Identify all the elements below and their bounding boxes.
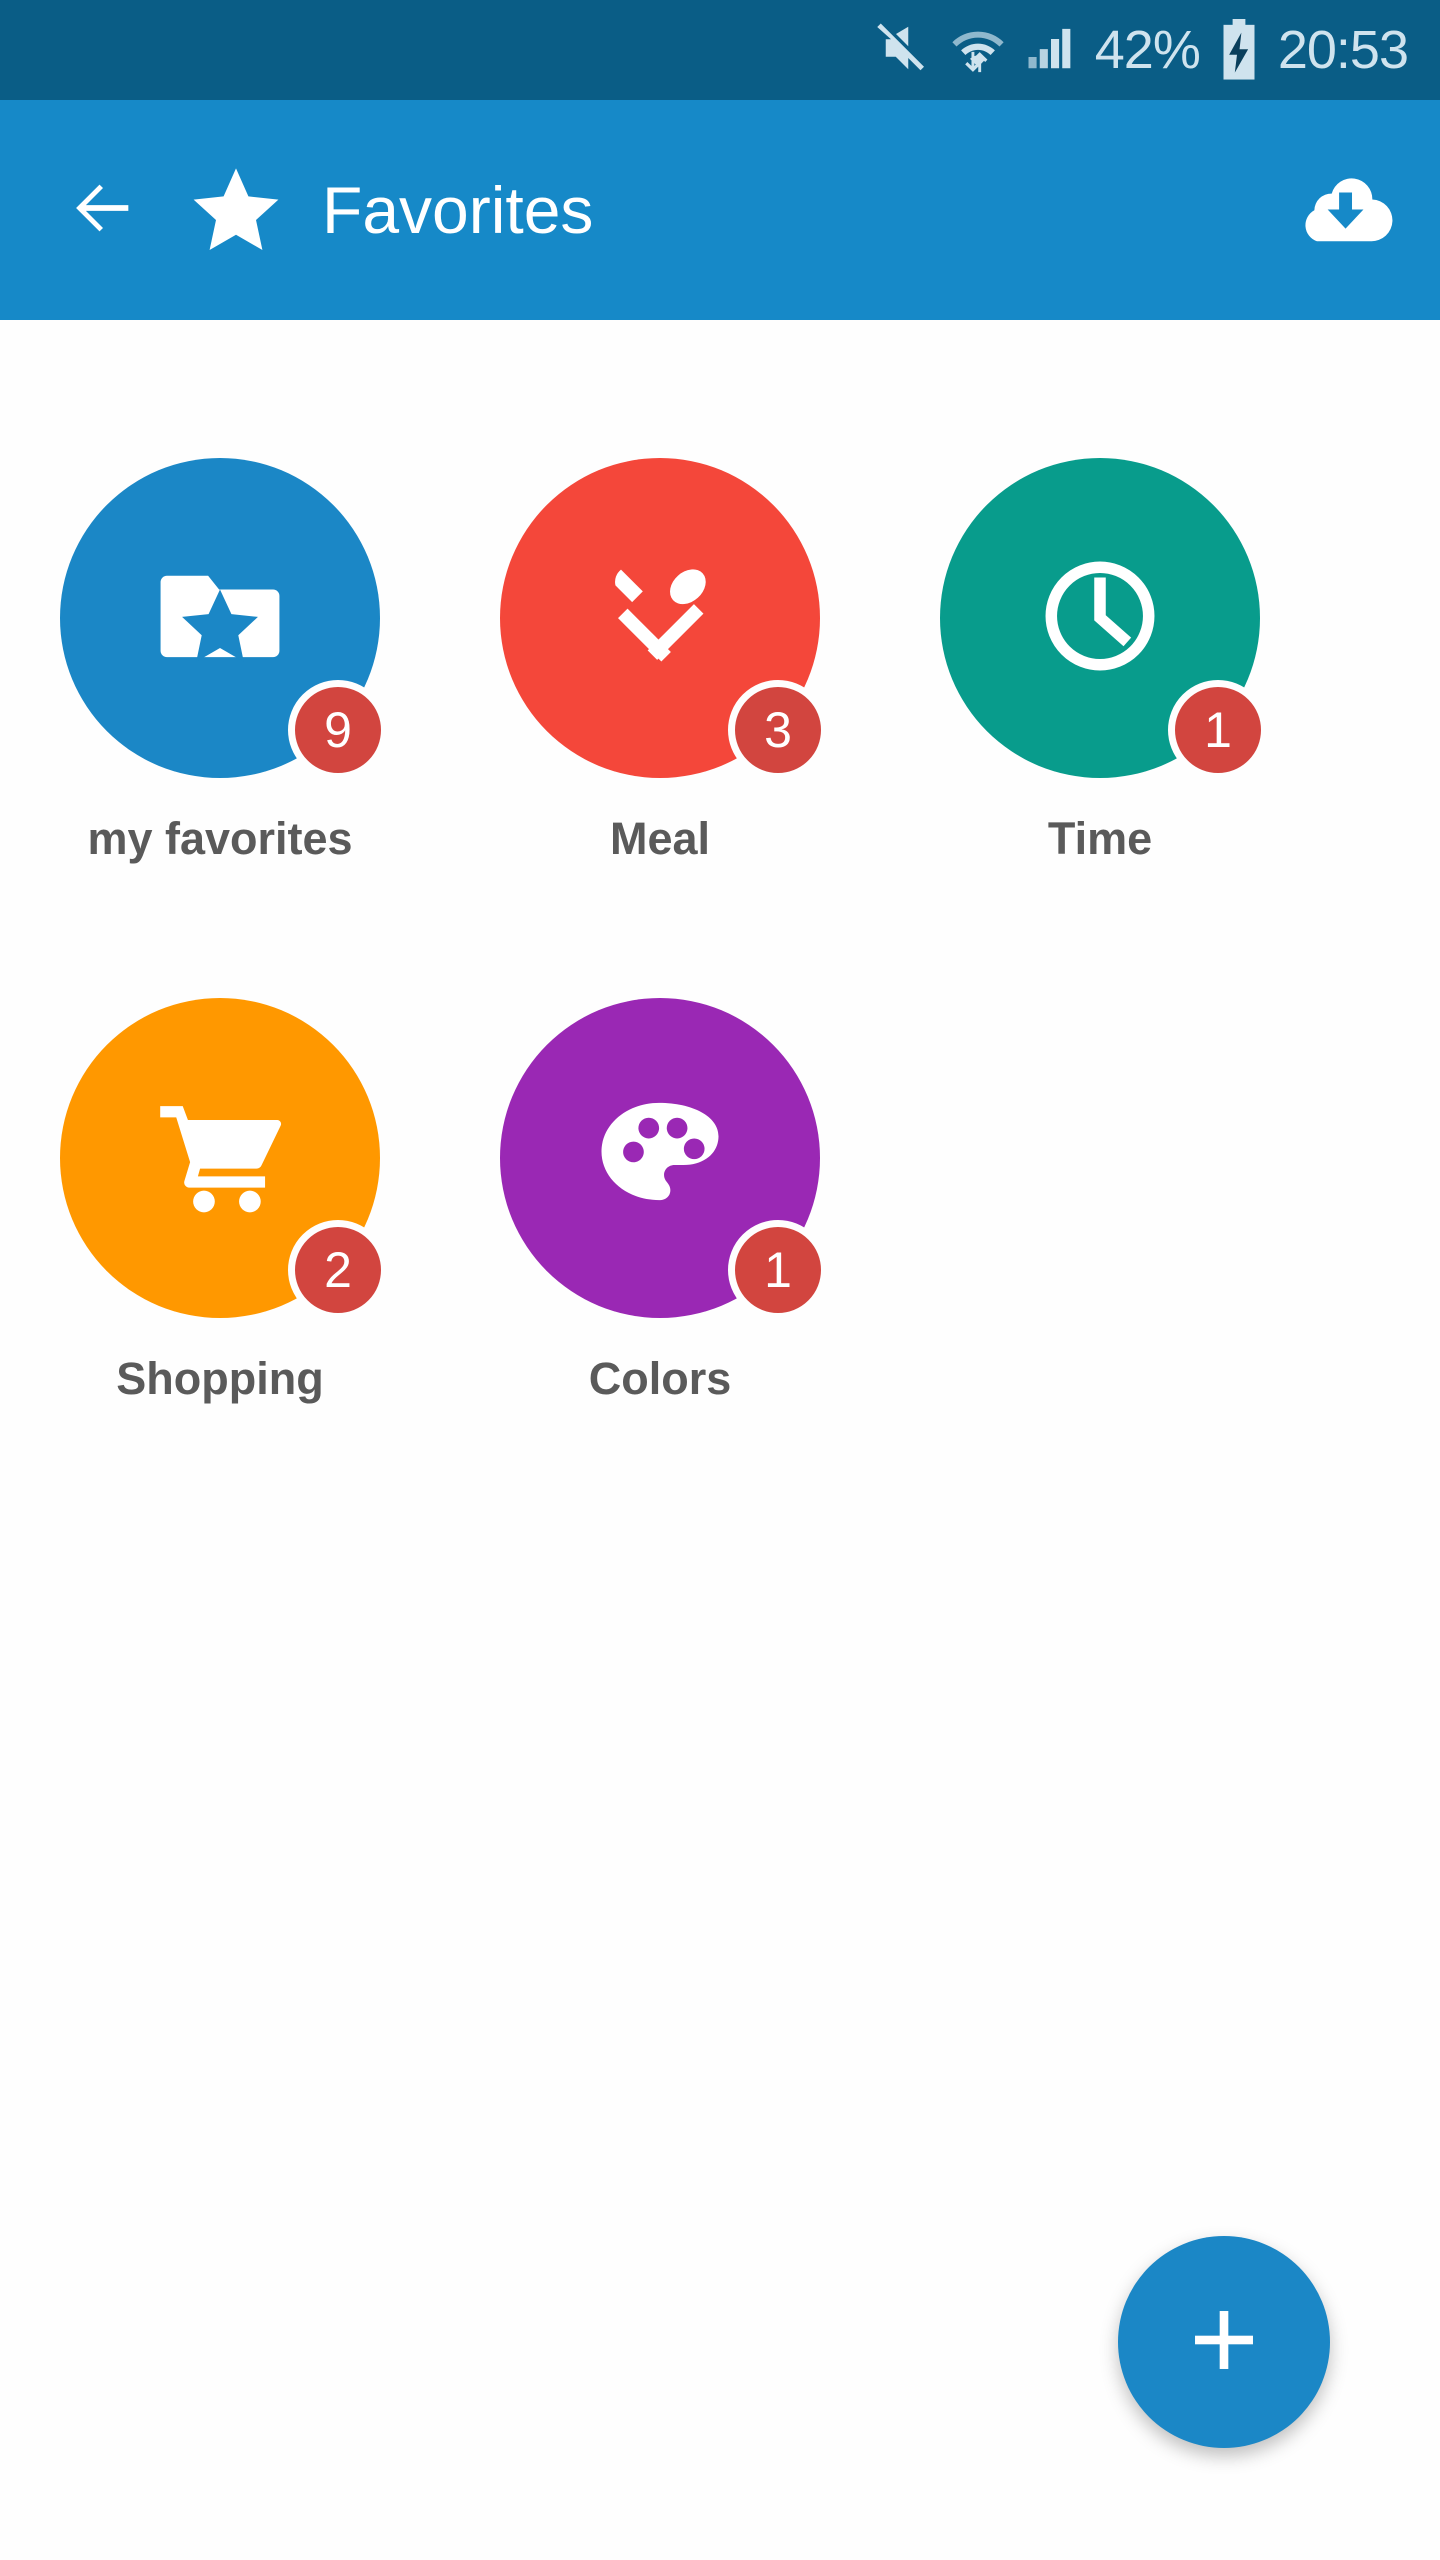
add-favorite-fab[interactable]: [1118, 2236, 1330, 2448]
badge-count: 2: [288, 1220, 388, 1320]
shopping-cart-icon: [155, 1097, 285, 1220]
tile-my-favorites[interactable]: 9 my favorites: [0, 420, 440, 960]
badge-count: 9: [288, 680, 388, 780]
battery-charging-icon: [1217, 19, 1261, 81]
tile-label: my favorites: [87, 813, 353, 864]
tile-colors[interactable]: 1 Colors: [440, 960, 880, 1500]
tile-meal[interactable]: 3 Meal: [440, 420, 880, 960]
tile-icon-wrap: 3: [500, 458, 828, 780]
back-button[interactable]: [60, 167, 146, 253]
tile-icon-wrap: 1: [940, 458, 1268, 780]
star-icon: [186, 162, 286, 258]
status-bar-right: 42% 20:53: [872, 18, 1409, 83]
signal-icon: [1024, 19, 1078, 82]
favorites-grid: 9 my favorites 3 Meal 1 Time 2 Shopping …: [0, 420, 1440, 1500]
badge-count: 3: [728, 680, 828, 780]
palette-icon: [597, 1097, 723, 1220]
tile-icon-wrap: 2: [60, 998, 388, 1320]
tile-label: Shopping: [116, 1353, 324, 1404]
mute-icon: [872, 18, 932, 83]
clock-icon: [1038, 554, 1162, 683]
wifi-icon: [949, 18, 1007, 83]
tile-time[interactable]: 1 Time: [880, 420, 1320, 960]
badge-count: 1: [1168, 680, 1268, 780]
page-title: Favorites: [322, 173, 594, 247]
battery-percent: 42%: [1094, 20, 1201, 80]
tile-icon-wrap: 9: [60, 458, 388, 780]
clock-time: 20:53: [1277, 20, 1409, 80]
plus-icon: [1187, 2303, 1261, 2382]
back-arrow-icon: [65, 170, 141, 251]
cloud-download-button[interactable]: [1290, 162, 1400, 258]
tile-label: Time: [1047, 813, 1153, 864]
cloud-download-icon: [1297, 169, 1393, 252]
app-bar: Favorites: [0, 100, 1440, 320]
tile-label: Meal: [609, 813, 711, 864]
tile-shopping[interactable]: 2 Shopping: [0, 960, 440, 1500]
app-screen: 42% 20:53 Favorites 9 my favorites 3 Mea…: [0, 0, 1440, 2560]
folder-star-icon: [156, 561, 284, 676]
content-area: 9 my favorites 3 Meal 1 Time 2 Shopping …: [0, 320, 1440, 2560]
cutlery-icon: [595, 551, 725, 686]
status-bar: 42% 20:53: [0, 0, 1440, 100]
tile-label: Colors: [588, 1353, 732, 1404]
badge-count: 1: [728, 1220, 828, 1320]
tile-icon-wrap: 1: [500, 998, 828, 1320]
